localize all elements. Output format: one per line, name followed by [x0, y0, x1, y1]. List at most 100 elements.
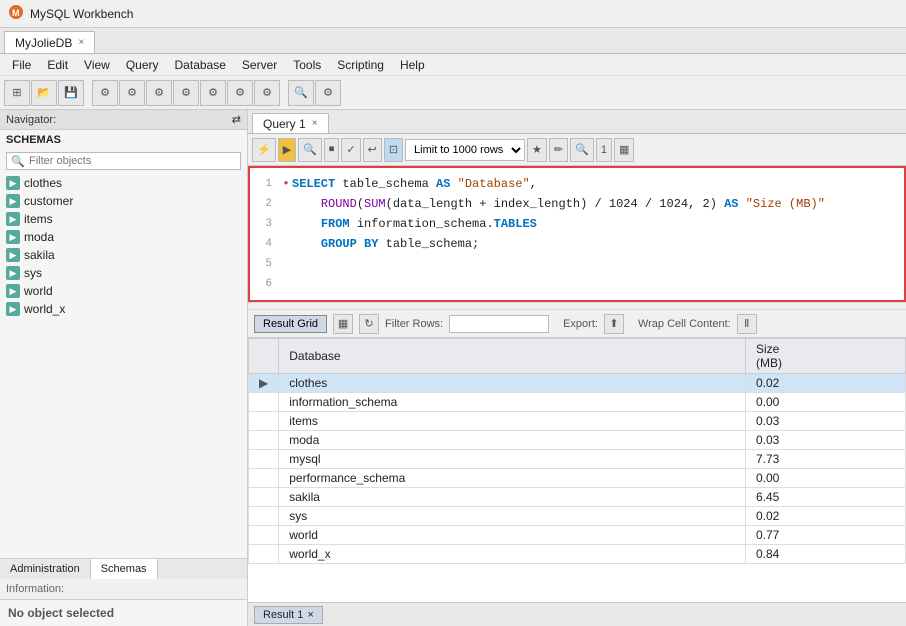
- q-btn-zoom[interactable]: 🔍: [570, 138, 594, 162]
- tb-btn-2g[interactable]: ⚙: [254, 80, 280, 106]
- table-row[interactable]: information_schema 0.00: [249, 393, 906, 412]
- table-row[interactable]: sakila 6.45: [249, 488, 906, 507]
- filter-objects-input[interactable]: [6, 152, 241, 170]
- result-table-wrapper[interactable]: Database Size(MB) ▶ clothes 0.02 informa…: [248, 338, 906, 602]
- table-row[interactable]: mysql 7.73: [249, 450, 906, 469]
- row-size: 7.73: [745, 450, 905, 469]
- db-icon-sys: ▶: [6, 266, 20, 280]
- menu-view[interactable]: View: [76, 56, 118, 74]
- q-btn-pencil[interactable]: ✏: [549, 138, 568, 162]
- schema-item-moda[interactable]: ▶ moda: [0, 228, 247, 246]
- editor-hscroll[interactable]: [248, 302, 906, 310]
- q-btn-star[interactable]: ★: [527, 138, 547, 162]
- tb-btn-3a[interactable]: 🔍: [288, 80, 314, 106]
- row-size: 0.84: [745, 545, 905, 564]
- title-bar-text: MySQL Workbench: [30, 7, 133, 21]
- tb-save-btn[interactable]: 💾: [58, 80, 84, 106]
- q-btn-grid[interactable]: ▦: [614, 138, 634, 162]
- schema-item-world[interactable]: ▶ world: [0, 282, 247, 300]
- query-tab-close[interactable]: ×: [312, 118, 318, 129]
- filter-icon: 🔍: [11, 155, 25, 168]
- sql-editor[interactable]: 1 ● SELECT table_schema AS "Database", 2…: [248, 166, 906, 302]
- q-btn-commit[interactable]: ✓: [341, 138, 360, 162]
- q-btn-rollback[interactable]: ↩: [363, 138, 382, 162]
- filter-rows-input[interactable]: [449, 315, 549, 333]
- left-panel: Navigator: ⇄ SCHEMAS 🔍 ▶ clothes ▶ custo…: [0, 110, 248, 626]
- schema-item-items[interactable]: ▶ items: [0, 210, 247, 228]
- main-tab[interactable]: MyJolieDB ×: [4, 31, 95, 53]
- row-db: mysql: [279, 450, 746, 469]
- q-btn-run[interactable]: ▶: [278, 138, 296, 162]
- table-row[interactable]: world_x 0.84: [249, 545, 906, 564]
- row-db: sakila: [279, 488, 746, 507]
- schema-name-moda: moda: [24, 230, 54, 244]
- sql-line-3: 3 FROM information_schema.TABLES: [250, 214, 904, 234]
- row-size: 0.02: [745, 374, 905, 393]
- tab-close-button[interactable]: ×: [78, 37, 84, 48]
- main-layout: Navigator: ⇄ SCHEMAS 🔍 ▶ clothes ▶ custo…: [0, 110, 906, 626]
- tb-new-conn-btn[interactable]: ⊞: [4, 80, 30, 106]
- result-tab-bottom[interactable]: Result 1 ×: [254, 606, 323, 624]
- bottom-tabs: Administration Schemas: [0, 558, 247, 579]
- menu-bar: File Edit View Query Database Server Too…: [0, 54, 906, 76]
- schema-item-world-x[interactable]: ▶ world_x: [0, 300, 247, 318]
- limit-select[interactable]: Limit to 1000 rows: [405, 139, 525, 161]
- schema-name-customer: customer: [24, 194, 73, 208]
- q-btn-stop[interactable]: ⏹: [324, 138, 340, 162]
- result-grid-icon[interactable]: ▦: [333, 314, 353, 334]
- navigator-icon[interactable]: ⇄: [232, 113, 241, 126]
- row-db: performance_schema: [279, 469, 746, 488]
- tb-btn-2e[interactable]: ⚙: [200, 80, 226, 106]
- filter-rows-label: Filter Rows:: [385, 318, 443, 330]
- q-btn-auto-commit[interactable]: ⊡: [384, 138, 403, 162]
- menu-edit[interactable]: Edit: [39, 56, 76, 74]
- right-panel: Query 1 × ⚡ ▶ 🔍 ⏹ ✓ ↩ ⊡ Limit to 1000 ro…: [248, 110, 906, 626]
- schema-name-sys: sys: [24, 266, 42, 280]
- tb-btn-2a[interactable]: ⚙: [92, 80, 118, 106]
- menu-file[interactable]: File: [4, 56, 39, 74]
- row-arrow: [249, 488, 279, 507]
- schemas-tab[interactable]: Schemas: [91, 559, 158, 579]
- table-row[interactable]: sys 0.02: [249, 507, 906, 526]
- tb-btn-2b[interactable]: ⚙: [119, 80, 145, 106]
- tb-btn-2f[interactable]: ⚙: [227, 80, 253, 106]
- schema-item-sakila[interactable]: ▶ sakila: [0, 246, 247, 264]
- table-row[interactable]: ▶ clothes 0.02: [249, 374, 906, 393]
- table-row[interactable]: world 0.77: [249, 526, 906, 545]
- schema-item-customer[interactable]: ▶ customer: [0, 192, 247, 210]
- navigator-header: Navigator: ⇄: [0, 110, 247, 130]
- table-row[interactable]: moda 0.03: [249, 431, 906, 450]
- table-row[interactable]: performance_schema 0.00: [249, 469, 906, 488]
- main-tab-bar: MyJolieDB ×: [0, 28, 906, 54]
- tb-btn-2c[interactable]: ⚙: [146, 80, 172, 106]
- schemas-title: SCHEMAS: [0, 130, 247, 148]
- menu-tools[interactable]: Tools: [285, 56, 329, 74]
- tb-btn-3b[interactable]: ⚙: [315, 80, 341, 106]
- q-btn-search[interactable]: 🔍: [298, 138, 322, 162]
- schema-item-clothes[interactable]: ▶ clothes: [0, 174, 247, 192]
- menu-query[interactable]: Query: [118, 56, 167, 74]
- query-tab-1[interactable]: Query 1 ×: [252, 113, 329, 133]
- q-btn-num[interactable]: 1: [596, 138, 612, 162]
- q-btn-lightning[interactable]: ⚡: [252, 138, 276, 162]
- menu-server[interactable]: Server: [234, 56, 285, 74]
- menu-help[interactable]: Help: [392, 56, 433, 74]
- sql-line-6: 6: [250, 274, 904, 294]
- admin-tab[interactable]: Administration: [0, 559, 91, 579]
- schema-item-sys[interactable]: ▶ sys: [0, 264, 247, 282]
- result-refresh-btn[interactable]: ↻: [359, 314, 379, 334]
- menu-database[interactable]: Database: [167, 56, 234, 74]
- schema-name-sakila: sakila: [24, 248, 55, 262]
- table-row[interactable]: items 0.03: [249, 412, 906, 431]
- row-arrow: [249, 526, 279, 545]
- toolbar-group-1: ⊞ 📂 💾: [4, 80, 84, 106]
- result-tab-close[interactable]: ×: [307, 609, 313, 621]
- export-btn[interactable]: ⬆: [604, 314, 624, 334]
- menu-scripting[interactable]: Scripting: [329, 56, 392, 74]
- col-size[interactable]: Size(MB): [745, 339, 905, 374]
- result-grid-tab[interactable]: Result Grid: [254, 315, 327, 333]
- wrap-btn[interactable]: Ⅱ: [737, 314, 757, 334]
- tb-btn-2d[interactable]: ⚙: [173, 80, 199, 106]
- col-database[interactable]: Database: [279, 339, 746, 374]
- tb-open-btn[interactable]: 📂: [31, 80, 57, 106]
